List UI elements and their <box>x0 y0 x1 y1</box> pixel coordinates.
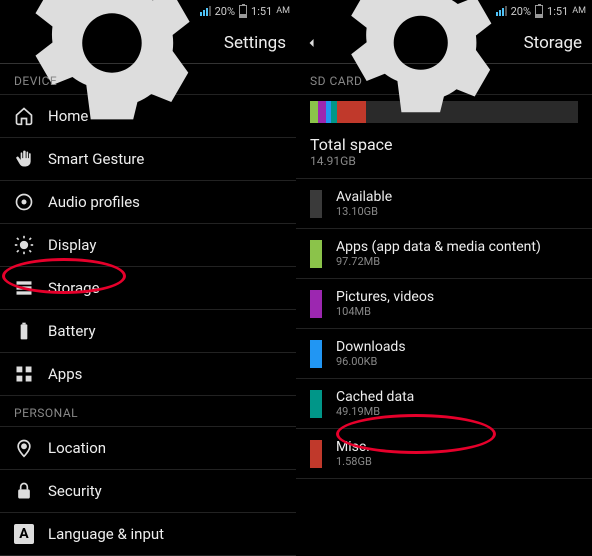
clock-time: 1:51 <box>251 5 272 18</box>
category-label: Misc. <box>336 439 372 455</box>
sidebar-item-label: Language & input <box>48 525 164 543</box>
category-label: Available <box>336 189 392 205</box>
battery-pct: 20% <box>511 5 531 18</box>
storage-icon <box>14 278 34 298</box>
total-space-label: Total space <box>310 135 578 154</box>
sidebar-item-label: Security <box>48 482 102 500</box>
clock-time: 1:51 <box>547 5 568 18</box>
battery-icon <box>239 5 247 18</box>
hand-icon <box>14 149 34 169</box>
storage-category-misc[interactable]: Misc.1.58GB <box>296 429 592 479</box>
sidebar-item-label: Audio profiles <box>48 193 140 211</box>
category-label: Cached data <box>336 389 414 405</box>
battery-icon <box>535 5 543 18</box>
bar-segment <box>337 101 366 123</box>
sidebar-item-language-input[interactable]: A Language & input <box>0 513 296 556</box>
sidebar-item-battery[interactable]: Battery <box>0 310 296 353</box>
bar-segment <box>310 101 318 123</box>
storage-header: Storage <box>296 22 592 64</box>
category-value: 13.10GB <box>336 205 392 218</box>
battery-pct: 20% <box>215 5 235 18</box>
audio-icon <box>14 192 34 212</box>
color-swatch <box>310 290 322 318</box>
sidebar-item-label: Storage <box>48 279 100 297</box>
clock-ampm: AM <box>572 6 586 16</box>
back-icon[interactable] <box>306 34 318 52</box>
gear-icon <box>10 0 214 144</box>
sidebar-item-label: Display <box>48 236 96 254</box>
display-icon <box>14 235 34 255</box>
storage-title: Storage <box>524 33 582 53</box>
settings-screen: 20% 1:51 AM Settings DEVICE Home Smart G… <box>0 0 296 526</box>
sidebar-item-label: Battery <box>48 322 96 340</box>
color-swatch <box>310 390 322 418</box>
battery-icon <box>14 321 34 341</box>
sidebar-item-display[interactable]: Display <box>0 224 296 267</box>
total-space-value: 14.91GB <box>310 154 578 168</box>
storage-category-downloads[interactable]: Downloads96.00KB <box>296 329 592 379</box>
settings-header: Settings <box>0 22 296 64</box>
category-value: 1.58GB <box>336 455 372 468</box>
sidebar-item-location[interactable]: Location <box>0 427 296 470</box>
section-personal: PERSONAL <box>0 396 296 427</box>
category-value: 96.00KB <box>336 355 406 368</box>
storage-screen: 20% 1:51 AM Storage SD CARD Total space … <box>296 0 592 526</box>
sidebar-item-label: Smart Gesture <box>48 150 144 168</box>
sidebar-item-label: Apps <box>48 365 82 383</box>
language-icon: A <box>14 524 34 544</box>
clock-ampm: AM <box>276 6 290 16</box>
storage-category-cached[interactable]: Cached data49.19MB <box>296 379 592 429</box>
sidebar-item-storage[interactable]: Storage <box>0 267 296 310</box>
bar-segment <box>318 101 326 123</box>
category-label: Downloads <box>336 339 406 355</box>
category-value: 97.72MB <box>336 255 541 268</box>
sidebar-item-label: Home <box>48 107 88 125</box>
category-value: 104MB <box>336 305 434 318</box>
storage-category-pictures[interactable]: Pictures, videos104MB <box>296 279 592 329</box>
storage-category-available[interactable]: Available13.10GB <box>296 179 592 229</box>
home-icon <box>14 106 34 126</box>
color-swatch <box>310 240 322 268</box>
sidebar-item-label: Location <box>48 439 106 457</box>
apps-icon <box>14 364 34 384</box>
category-label: Apps (app data & media content) <box>336 239 541 255</box>
category-value: 49.19MB <box>336 405 414 418</box>
color-swatch <box>310 190 322 218</box>
color-swatch <box>310 440 322 468</box>
storage-category-apps[interactable]: Apps (app data & media content)97.72MB <box>296 229 592 279</box>
sidebar-item-security[interactable]: Security <box>0 470 296 513</box>
location-icon <box>14 438 34 458</box>
lock-icon <box>14 481 34 501</box>
settings-title: Settings <box>224 33 286 53</box>
sidebar-item-audio-profiles[interactable]: Audio profiles <box>0 181 296 224</box>
color-swatch <box>310 340 322 368</box>
category-label: Pictures, videos <box>336 289 434 305</box>
sidebar-item-apps[interactable]: Apps <box>0 353 296 396</box>
